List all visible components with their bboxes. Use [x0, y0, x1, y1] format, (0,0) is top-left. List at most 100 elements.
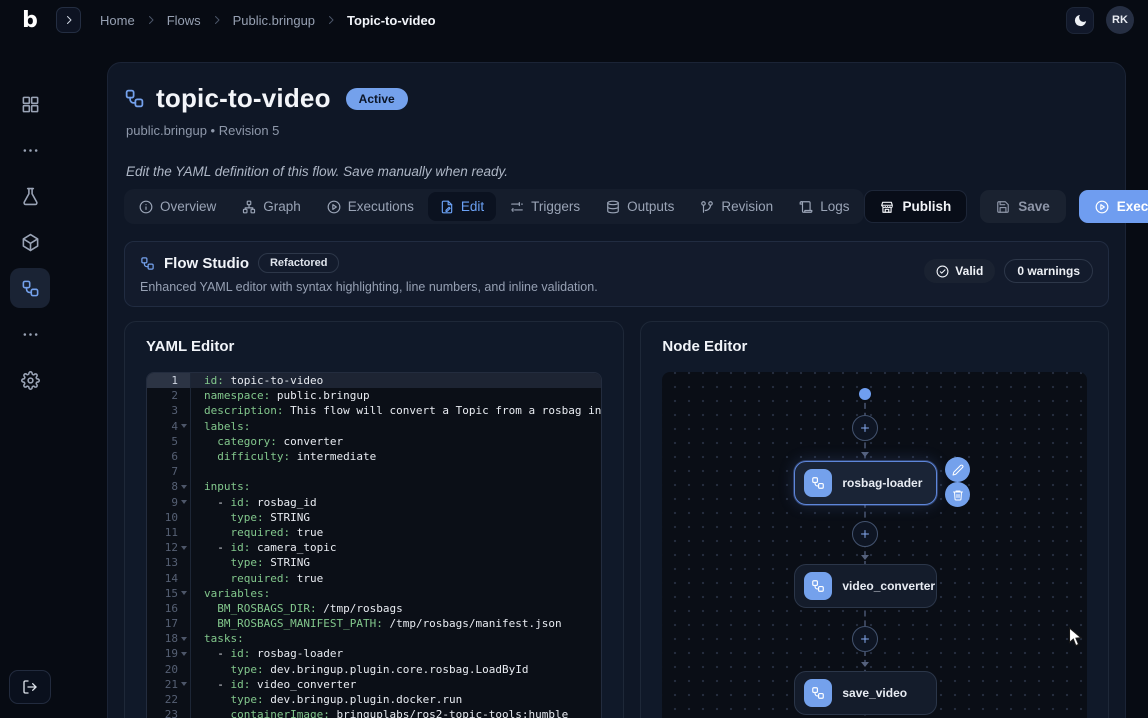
code-line[interactable]: 1id: topic-to-video — [147, 373, 601, 388]
theme-toggle-button[interactable] — [1066, 7, 1094, 34]
code-line[interactable]: 11 required: true — [147, 525, 601, 540]
sidebar-item-dots[interactable] — [10, 130, 50, 170]
tab-graph[interactable]: Graph — [230, 192, 313, 221]
tab-overview[interactable]: Overview — [127, 192, 228, 221]
dots-icon — [22, 142, 39, 159]
code-text: - id: rosbag_id — [191, 495, 601, 510]
fold-chevron-icon[interactable] — [178, 637, 190, 641]
code-line[interactable]: 13 type: STRING — [147, 555, 601, 570]
flow-icon — [811, 476, 825, 490]
warnings-badge: 0 warnings — [1004, 259, 1093, 283]
store-icon — [880, 200, 894, 214]
code-line[interactable]: 18tasks: — [147, 631, 601, 646]
task-node[interactable]: video_converter — [794, 564, 937, 608]
line-number: 12 — [165, 541, 178, 554]
tab-executions[interactable]: Executions — [315, 192, 426, 221]
add-node-button[interactable] — [852, 521, 878, 547]
line-gutter: 13 — [147, 555, 191, 570]
save-button[interactable]: Save — [980, 190, 1066, 223]
flow-icon — [140, 256, 155, 271]
code-line[interactable]: 23 containerImage: bringuplabs/ros2-topi… — [147, 707, 601, 718]
tab-label: Outputs — [627, 199, 674, 214]
grid-icon — [21, 95, 40, 114]
breadcrumb-item[interactable]: Public.bringup — [233, 13, 315, 28]
sidebar-nav — [0, 84, 60, 406]
code-line[interactable]: 16 BM_ROSBAGS_DIR: /tmp/rosbags — [147, 601, 601, 616]
sidebar-item-dots[interactable] — [10, 314, 50, 354]
yaml-code-editor[interactable]: 1id: topic-to-video2namespace: public.br… — [146, 372, 602, 718]
code-line[interactable]: 6 difficulty: intermediate — [147, 449, 601, 464]
code-line[interactable]: 17 BM_ROSBAGS_MANIFEST_PATH: /tmp/rosbag… — [147, 616, 601, 631]
code-line[interactable]: 22 type: dev.bringup.plugin.docker.run — [147, 692, 601, 707]
pencil-icon — [952, 464, 964, 476]
fold-chevron-icon[interactable] — [178, 424, 190, 428]
fold-chevron-icon[interactable] — [178, 591, 190, 595]
fold-chevron-icon[interactable] — [178, 682, 190, 686]
delete-node-button[interactable] — [945, 482, 970, 507]
code-line[interactable]: 4labels: — [147, 419, 601, 434]
code-line[interactable]: 3description: This flow will convert a T… — [147, 403, 601, 418]
tab-triggers[interactable]: Triggers — [498, 192, 592, 221]
code-line[interactable]: 5 category: converter — [147, 434, 601, 449]
add-node-button[interactable] — [852, 626, 878, 652]
sidebar-item-cube[interactable] — [10, 222, 50, 262]
plus-icon — [859, 633, 871, 645]
code-line[interactable]: 12 - id: camera_topic — [147, 540, 601, 555]
logout-button[interactable] — [9, 670, 51, 704]
fold-chevron-icon[interactable] — [178, 652, 190, 656]
tab-label: Executions — [348, 199, 414, 214]
code-line[interactable]: 2namespace: public.bringup — [147, 388, 601, 403]
tab-edit[interactable]: Edit — [428, 192, 496, 221]
page-title: topic-to-video — [156, 83, 331, 114]
arrow-down-icon — [861, 662, 869, 667]
edit-node-button[interactable] — [945, 457, 970, 482]
fold-chevron-icon[interactable] — [178, 546, 190, 550]
tab-bar: OverviewGraph Executions EditTriggers Outpu… — [124, 189, 864, 224]
code-line[interactable]: 8inputs: — [147, 479, 601, 494]
publish-button[interactable]: Publish — [864, 190, 967, 223]
code-line[interactable]: 9 - id: rosbag_id — [147, 495, 601, 510]
task-node[interactable]: save_video — [794, 671, 937, 715]
breadcrumb-item[interactable]: Home — [100, 13, 135, 28]
line-gutter: 10 — [147, 510, 191, 525]
line-gutter: 16 — [147, 601, 191, 616]
tab-logs[interactable]: Logs — [787, 192, 861, 221]
breadcrumb-item[interactable]: Topic-to-video — [347, 13, 436, 28]
code-line[interactable]: 20 type: dev.bringup.plugin.core.rosbag.… — [147, 662, 601, 677]
line-gutter: 7 — [147, 464, 191, 479]
tab-revision[interactable]: Revision — [688, 192, 785, 221]
line-gutter: 6 — [147, 449, 191, 464]
code-line[interactable]: 7 — [147, 464, 601, 479]
line-number: 17 — [165, 617, 178, 630]
code-line[interactable]: 10 type: STRING — [147, 510, 601, 525]
yaml-editor-panel: YAML Editor 1id: topic-to-video2namespac… — [124, 321, 624, 718]
info-circle-icon — [139, 200, 153, 214]
fold-chevron-icon[interactable] — [178, 500, 190, 504]
code-text: containerImage: bringuplabs/ros2-topic-t… — [191, 707, 601, 718]
code-line[interactable]: 15variables: — [147, 586, 601, 601]
code-line[interactable]: 21 - id: video_converter — [147, 677, 601, 692]
tab-outputs[interactable]: Outputs — [594, 192, 686, 221]
line-number: 16 — [165, 602, 178, 615]
task-node[interactable]: rosbag-loader — [794, 461, 937, 505]
add-node-button[interactable] — [852, 415, 878, 441]
code-text: required: true — [191, 525, 601, 540]
sidebar-item-grid[interactable] — [10, 84, 50, 124]
play-circle-icon — [1095, 200, 1109, 214]
brand-logo[interactable]: b — [0, 0, 60, 40]
node-canvas[interactable]: rosbag-loader video_converter save_video — [662, 372, 1087, 718]
sitemap-icon — [242, 200, 256, 214]
yaml-editor-title: YAML Editor — [146, 338, 602, 355]
user-avatar[interactable]: RK — [1106, 6, 1134, 34]
fold-chevron-icon[interactable] — [178, 485, 190, 489]
tab-label: Revision — [721, 199, 773, 214]
sidebar-item-flask[interactable] — [10, 176, 50, 216]
code-line[interactable]: 19 - id: rosbag-loader — [147, 646, 601, 661]
breadcrumb-item[interactable]: Flows — [167, 13, 201, 28]
sidebar-item-gear[interactable] — [10, 360, 50, 400]
sidebar-expand-button[interactable] — [56, 7, 81, 33]
execute-button[interactable]: Execute — [1079, 190, 1148, 223]
line-number: 7 — [171, 465, 178, 478]
sidebar-item-flow[interactable] — [10, 268, 50, 308]
code-line[interactable]: 14 required: true — [147, 570, 601, 585]
